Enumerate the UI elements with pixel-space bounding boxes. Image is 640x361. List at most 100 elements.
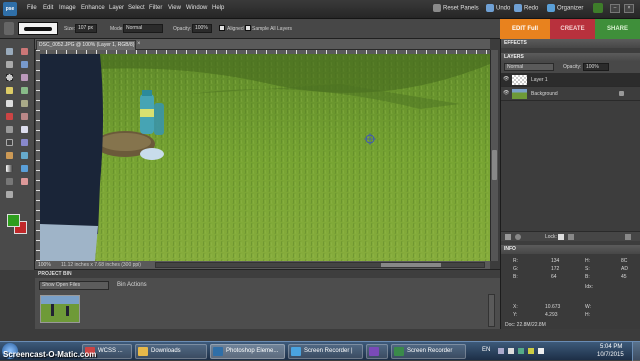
zoom-tool-icon[interactable] xyxy=(21,48,28,55)
home-icon[interactable] xyxy=(593,3,603,13)
eraser-tool-icon[interactable] xyxy=(21,126,28,133)
lock-transparency-icon[interactable] xyxy=(558,234,564,240)
straighten-tool-icon[interactable] xyxy=(6,191,13,198)
tray-icon[interactable] xyxy=(518,348,524,354)
eye-icon[interactable]: 👁 xyxy=(503,76,509,82)
minimize-icon[interactable]: – xyxy=(610,4,620,13)
magic-wand-tool-icon[interactable] xyxy=(6,87,13,94)
info-panel-header[interactable]: INFO xyxy=(501,245,640,254)
taskbar-item-screen-recorder-1[interactable]: Screen Recorder | xyxy=(288,344,363,359)
new-layer-icon[interactable] xyxy=(505,234,511,240)
layer-row[interactable]: 👁 Layer 1 xyxy=(501,73,640,87)
layer-opacity-label: Opacity: xyxy=(563,64,582,70)
gradient-tool-icon[interactable] xyxy=(6,165,13,172)
watermark-text: Screencast-O-Matic.com xyxy=(3,350,97,359)
network-icon[interactable] xyxy=(528,348,534,354)
language-indicator[interactable]: EN xyxy=(482,347,490,353)
layers-panel-header[interactable]: LAYERS xyxy=(501,53,640,62)
hand-tool-icon[interactable] xyxy=(6,61,13,68)
bin-thumbnail[interactable] xyxy=(40,295,80,323)
show-open-files-dropdown[interactable]: Show Open Files xyxy=(39,281,109,290)
type-tool-icon[interactable] xyxy=(6,100,13,107)
layer-row[interactable]: 👁 Background xyxy=(501,87,640,101)
taskbar-item-screen-recorder-2[interactable]: Screen Recorder xyxy=(391,344,466,359)
size-field[interactable]: 107 px xyxy=(75,24,97,33)
opacity-field[interactable]: 100% xyxy=(192,24,212,33)
blend-mode-select[interactable]: Normal xyxy=(504,63,554,71)
move-tool-icon[interactable] xyxy=(6,48,13,55)
taskbar-item-downloads[interactable]: Downloads xyxy=(135,344,207,359)
close-document-icon[interactable]: × xyxy=(137,41,141,47)
delete-layer-icon[interactable] xyxy=(625,234,631,240)
healing-brush-tool-icon[interactable] xyxy=(21,113,28,120)
blur-tool-icon[interactable] xyxy=(6,178,13,185)
menu-layer[interactable]: Layer xyxy=(109,5,124,11)
menu-edit[interactable]: Edit xyxy=(43,5,53,11)
tab-share[interactable]: SHARE xyxy=(595,19,640,39)
taskbar-item-purple-app[interactable] xyxy=(366,344,388,359)
menu-view[interactable]: View xyxy=(168,5,181,11)
paint-bucket-tool-icon[interactable] xyxy=(21,152,28,159)
tab-create[interactable]: CREATE xyxy=(550,19,595,39)
quick-selection-tool-icon[interactable] xyxy=(21,87,28,94)
effects-panel-header[interactable]: EFFECTS xyxy=(501,39,640,48)
redo-label: Redo xyxy=(524,5,539,12)
tray-icon[interactable] xyxy=(508,348,514,354)
organizer-button[interactable]: Organizer xyxy=(547,4,583,12)
vertical-scroll-thumb[interactable] xyxy=(492,150,497,180)
sponge-tool-icon[interactable] xyxy=(21,178,28,185)
close-icon[interactable]: × xyxy=(624,4,634,13)
canvas-vertical-scrollbar[interactable] xyxy=(490,50,498,261)
volume-icon[interactable] xyxy=(538,348,544,354)
show-desktop-button[interactable] xyxy=(632,342,640,361)
layer-opacity-field[interactable]: 100% xyxy=(583,63,609,71)
horizontal-scroll-thumb[interactable] xyxy=(381,263,441,267)
sample-all-layers-checkbox[interactable] xyxy=(245,25,251,31)
eye-icon[interactable]: 👁 xyxy=(503,90,509,96)
bin-scrollbar[interactable] xyxy=(488,294,495,327)
clone-stamp-tool-icon[interactable] xyxy=(6,126,13,133)
menu-window[interactable]: Window xyxy=(186,5,207,11)
menu-image[interactable]: Image xyxy=(59,5,76,11)
red-eye-tool-icon[interactable] xyxy=(6,113,13,120)
crop-tool-icon[interactable] xyxy=(21,100,28,107)
organizer-label: Organizer xyxy=(557,5,584,12)
zoom-level[interactable]: 100% xyxy=(38,262,51,268)
adjustment-layer-icon[interactable] xyxy=(515,234,521,240)
clone-stamp-icon[interactable] xyxy=(4,22,14,35)
brush-preview[interactable] xyxy=(18,22,58,35)
status-bar: 100% 11.12 inches x 7.68 inches (300 ppi… xyxy=(35,261,490,269)
marquee-tool-icon[interactable] xyxy=(6,74,13,81)
tab-edit[interactable]: EDIT Full xyxy=(500,19,550,39)
menu-select[interactable]: Select xyxy=(128,5,145,11)
pencil-tool-icon[interactable] xyxy=(6,152,13,159)
clock-time[interactable]: 5:04 PM xyxy=(600,344,622,350)
reset-panels-button[interactable]: Reset Panels xyxy=(433,4,479,12)
lock-all-icon[interactable] xyxy=(568,234,574,240)
document-tab[interactable]: DSC_0052.JPG @ 100% (Layer 1, RGB/8) * xyxy=(36,40,136,50)
brush-tool-icon[interactable] xyxy=(6,139,13,146)
eyedropper-tool-icon[interactable] xyxy=(21,61,28,68)
task-label: WCSS ... xyxy=(98,348,123,354)
clock-date[interactable]: 10/7/2015 xyxy=(597,352,624,358)
foreground-color-swatch[interactable] xyxy=(7,214,20,227)
shape-tool-icon[interactable] xyxy=(21,165,28,172)
lasso-tool-icon[interactable] xyxy=(21,74,28,81)
mode-select[interactable]: Normal xyxy=(123,24,163,33)
menu-file[interactable]: File xyxy=(27,5,37,11)
info-b-value: 64 xyxy=(551,274,557,280)
canvas-area[interactable] xyxy=(36,50,490,261)
photo-image[interactable] xyxy=(40,54,490,261)
reset-panels-label: Reset Panels xyxy=(443,5,479,12)
canvas-horizontal-scrollbar[interactable] xyxy=(155,262,485,268)
menu-enhance[interactable]: Enhance xyxy=(81,5,105,11)
taskbar-item-photoshop[interactable]: Photoshop Eleme... xyxy=(210,344,285,359)
tray-icon[interactable] xyxy=(498,348,504,354)
aligned-checkbox[interactable] xyxy=(219,25,225,31)
redo-button[interactable]: Redo xyxy=(514,4,538,12)
menu-filter[interactable]: Filter xyxy=(149,5,162,11)
undo-button[interactable]: Undo xyxy=(486,4,510,12)
bin-actions-button[interactable]: Bin Actions xyxy=(117,282,147,288)
smart-brush-tool-icon[interactable] xyxy=(21,139,28,146)
menu-help[interactable]: Help xyxy=(212,5,224,11)
